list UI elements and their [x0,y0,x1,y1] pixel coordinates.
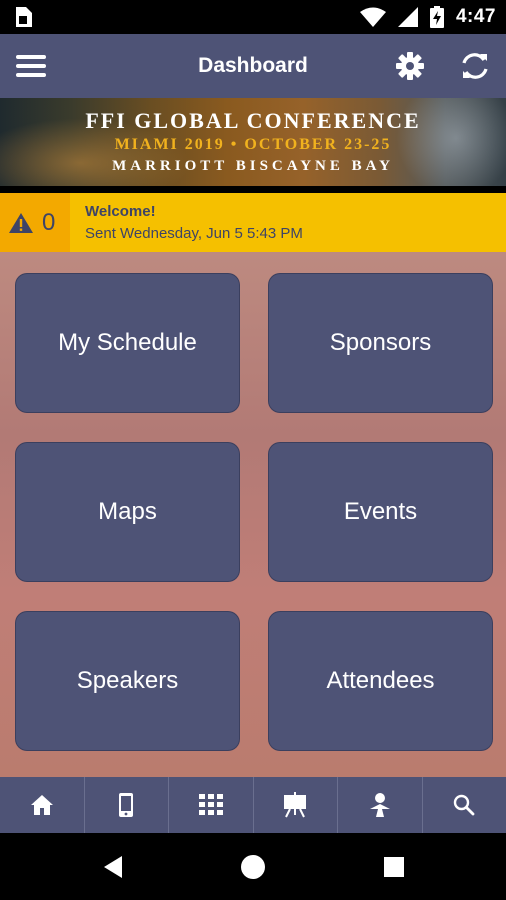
tile-label: Sponsors [329,329,432,356]
dashboard-grid: My Schedule Sponsors Maps Events Speaker… [0,252,506,777]
nav-person[interactable] [337,777,422,833]
search-icon [454,794,475,816]
nav-search[interactable] [421,777,506,833]
alert-count-box: 0 [0,193,70,252]
banner-title: FFI GLOBAL CONFERENCE [85,108,421,133]
phone-icon [119,793,134,817]
back-icon[interactable] [100,853,128,881]
warning-icon [9,212,33,233]
refresh-icon[interactable] [459,50,491,82]
tile-maps[interactable]: Maps [15,442,240,582]
nav-phone[interactable] [83,777,169,833]
person-icon [369,793,390,817]
sim-card-icon [16,7,32,27]
nav-presentation[interactable] [252,777,338,833]
battery-icon [429,6,444,28]
tile-label: Events [343,498,418,525]
tile-label: Attendees [326,667,435,694]
notification-timestamp: Sent Wednesday, Jun 5 5:43 PM [85,225,303,242]
tile-label: Maps [98,498,157,525]
tile-attendees[interactable]: Attendees [268,611,493,751]
tile-label: Speakers [76,667,179,694]
banner-dates: MIAMI 2019 • OCTOBER 23-25 [114,136,392,153]
home-circle-icon[interactable] [239,853,267,881]
grid-icon [198,794,223,815]
nav-home[interactable] [0,777,84,833]
home-icon [30,795,53,815]
status-bar: 4:47 [0,0,506,34]
tile-sponsors[interactable]: Sponsors [268,273,493,413]
clock: 4:47 [455,6,496,27]
wifi-icon [359,7,386,27]
nav-grid[interactable] [168,777,253,833]
system-navigation [0,833,506,900]
notification-title: Welcome! [85,203,156,220]
notification-bar[interactable]: 0 Welcome! Sent Wednesday, Jun 5 5:43 PM [0,193,506,252]
app-bar: Dashboard [0,34,506,98]
page-title: Dashboard [198,54,308,77]
bottom-nav [0,777,506,833]
presentation-icon [284,792,307,818]
signal-icon [397,7,418,27]
tile-label: My Schedule [58,329,197,356]
tile-my-schedule[interactable]: My Schedule [15,273,240,413]
tile-events[interactable]: Events [268,442,493,582]
banner-venue: MARRIOTT BISCAYNE BAY [112,158,394,174]
gear-icon[interactable] [394,50,426,82]
recents-icon[interactable] [380,853,408,881]
tile-speakers[interactable]: Speakers [15,611,240,751]
conference-banner: FFI GLOBAL CONFERENCE MIAMI 2019 • OCTOB… [0,98,506,186]
alert-count: 0 [42,208,56,236]
